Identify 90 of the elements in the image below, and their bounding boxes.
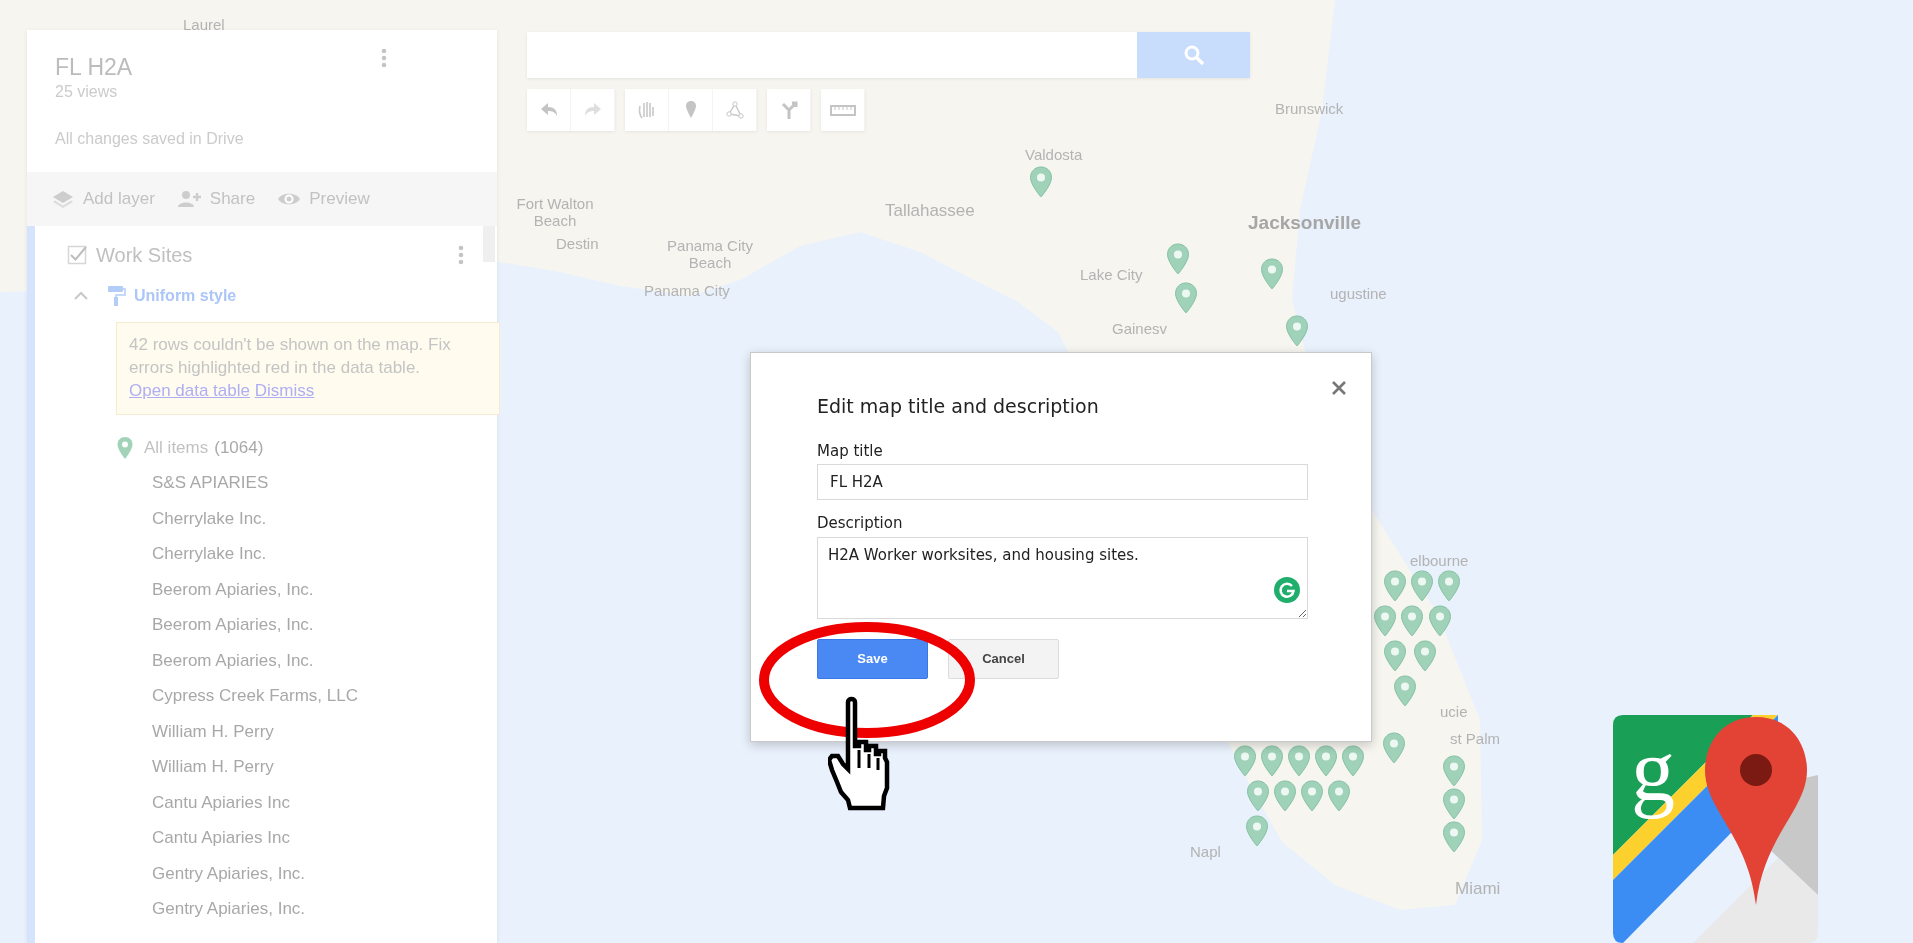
map-pin-icon [116, 436, 134, 460]
close-icon [1331, 379, 1347, 396]
map-pin-icon[interactable] [1246, 780, 1270, 812]
map-label: Miami [1455, 880, 1501, 897]
feature-item[interactable]: S&S APIARIES [63, 465, 497, 501]
feature-item[interactable]: William H. Perry [63, 749, 497, 785]
map-pin-icon[interactable] [1287, 745, 1311, 777]
map-label: ugustine [1330, 285, 1387, 302]
map-label: Napl [1190, 843, 1221, 860]
map-pin-icon[interactable] [1285, 315, 1309, 347]
map-pin-icon[interactable] [1260, 258, 1284, 290]
map-pin-icon[interactable] [1314, 745, 1338, 777]
map-pin-icon[interactable] [1300, 780, 1324, 812]
feature-item[interactable]: Gentry Apiaries, Inc. [63, 855, 497, 891]
feature-item[interactable]: Cantu Apiaries Inc [63, 784, 497, 820]
map-pin-icon[interactable] [1442, 821, 1466, 853]
map-pin-icon[interactable] [1400, 605, 1424, 637]
map-pin-icon[interactable] [1393, 675, 1417, 707]
map-pin-icon[interactable] [1174, 282, 1198, 314]
map-label: Panama City Beach [666, 237, 754, 271]
ruler-button[interactable] [821, 89, 865, 131]
map-label: Brunswick [1275, 100, 1344, 117]
map-label: Jacksonville [1248, 214, 1362, 231]
more-options-icon[interactable] [381, 48, 387, 68]
map-label: Valdosta [1025, 146, 1083, 163]
description-textarea[interactable]: H2A Worker worksites, and housing sites. [817, 536, 1308, 619]
paint-roller-icon [107, 285, 126, 307]
undo-button[interactable] [527, 89, 571, 131]
save-button[interactable]: Save [817, 638, 928, 679]
more-options-icon[interactable] [458, 245, 464, 265]
map-label: Tallahassee [885, 202, 975, 219]
logo-letter: g [1631, 722, 1675, 819]
map-pin-icon[interactable] [1166, 243, 1190, 275]
map-pin-icon[interactable] [1233, 745, 1257, 777]
feature-item[interactable]: Gentry Apiaries, Inc. [63, 891, 497, 927]
field-label: Description [817, 513, 904, 535]
search-button[interactable] [1137, 32, 1250, 78]
feature-item[interactable]: William H. Perry [63, 713, 497, 749]
map-label: ucie [1440, 703, 1468, 720]
map-label: st Palm [1450, 730, 1500, 747]
cancel-button[interactable]: Cancel [948, 638, 1059, 679]
map-pin-icon[interactable] [1341, 745, 1365, 777]
map-title: FL H2A [55, 54, 133, 80]
search-field[interactable] [527, 32, 1250, 78]
open-data-table-link[interactable]: Open data table [129, 381, 250, 400]
map-label: Destin [556, 235, 599, 252]
feature-item[interactable]: Beerom Apiaries, Inc. [63, 642, 497, 678]
map-label: Panama City [644, 282, 730, 299]
dismiss-link[interactable]: Dismiss [254, 381, 315, 400]
map-pin-icon[interactable] [1373, 605, 1397, 637]
map-pin-icon[interactable] [1383, 640, 1407, 672]
directions-button[interactable] [767, 89, 811, 131]
line-button[interactable] [713, 89, 757, 131]
map-pin-icon[interactable] [1437, 570, 1461, 602]
style-link[interactable]: Uniform style [107, 284, 237, 308]
marker-button[interactable] [669, 89, 713, 131]
map-pin-icon[interactable] [1273, 780, 1297, 812]
feature-item[interactable]: Beerom Apiaries, Inc. [63, 571, 497, 607]
map-pin-icon[interactable] [1428, 605, 1452, 637]
map-pin-icon[interactable] [1327, 780, 1351, 812]
redo-button[interactable] [571, 89, 615, 131]
map-pin-icon[interactable] [1245, 815, 1269, 847]
map-pin-icon[interactable] [1029, 166, 1053, 198]
warning-message: 42 rows couldn't be shown on the map. Fix errors highlighted red in the data table. Open data table Dismiss [129, 334, 452, 402]
all-items-label[interactable]: All items [144, 435, 209, 461]
feature-item[interactable]: Cantu Apiaries Inc [63, 820, 497, 856]
item-count: (1064) [214, 437, 264, 460]
search-icon [1182, 44, 1205, 66]
feature-item[interactable]: Cherrylake Inc. [63, 500, 497, 536]
map-pin-icon[interactable] [1260, 745, 1284, 777]
layer-checkbox[interactable] [67, 244, 88, 266]
map-label: Fort Walton Beach [515, 195, 595, 229]
feature-item[interactable]: Cherrylake Inc. [63, 536, 497, 572]
field-label: Map title [817, 440, 884, 462]
map-pin-icon[interactable] [1442, 755, 1466, 787]
dialog-title: Edit map title and description [817, 395, 1100, 418]
feature-item[interactable]: Beerom Apiaries, Inc. [63, 607, 497, 643]
layer-name[interactable]: Work Sites [96, 240, 193, 270]
map-label: Lake City [1080, 266, 1143, 283]
map-label: Laurel [183, 16, 225, 33]
map-pin-icon[interactable] [1382, 732, 1406, 764]
map-pin-icon[interactable] [1410, 570, 1434, 602]
hand-button[interactable] [625, 89, 669, 131]
map-pin-icon[interactable] [1442, 788, 1466, 820]
map-pin-icon[interactable] [1413, 640, 1437, 672]
map-label: elbourne [1410, 552, 1469, 569]
map-label: Gainesv [1112, 320, 1168, 337]
map-pin-icon[interactable] [1383, 570, 1407, 602]
feature-item[interactable]: Cypress Creek Farms, LLC [63, 678, 497, 714]
title-input[interactable]: FL H2A [817, 464, 1308, 501]
